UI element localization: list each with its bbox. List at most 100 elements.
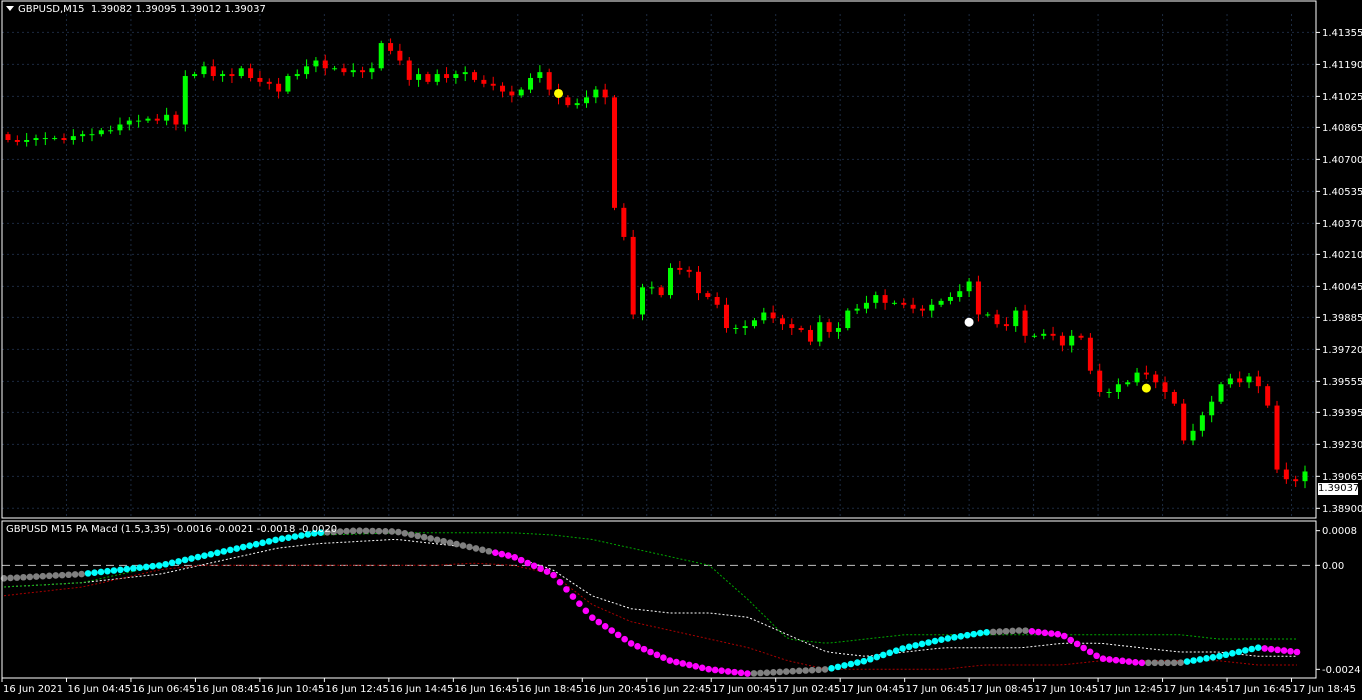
candle-body bbox=[854, 308, 860, 311]
macd-dot bbox=[763, 669, 771, 676]
macd-dot bbox=[252, 540, 260, 548]
macd-dot bbox=[1002, 627, 1010, 635]
candle-body bbox=[779, 318, 785, 325]
candle-body bbox=[1293, 479, 1299, 482]
macd-dot bbox=[1035, 628, 1042, 636]
candle-body bbox=[304, 66, 310, 75]
time-tick-label: 17 Jun 16:45 bbox=[1228, 684, 1292, 695]
candle-body bbox=[24, 140, 30, 142]
macd-dot bbox=[970, 630, 978, 638]
chart-frame bbox=[1, 0, 1317, 679]
price-tick-label: 1.39885 bbox=[1322, 313, 1362, 324]
macd-dot bbox=[867, 655, 874, 663]
macd-dot bbox=[731, 668, 738, 676]
time-tick-label: 16 Jun 16:45 bbox=[454, 684, 518, 695]
candle-body bbox=[975, 281, 981, 315]
macd-dot bbox=[1216, 652, 1223, 660]
candle-body bbox=[985, 314, 991, 316]
signal-marker bbox=[964, 317, 974, 327]
macd-dot bbox=[71, 571, 79, 578]
candle-body bbox=[182, 76, 188, 125]
macd-dot bbox=[517, 556, 525, 564]
macd-dot bbox=[983, 629, 990, 636]
macd-dot bbox=[1080, 644, 1087, 652]
price-tick-label: 1.40700 bbox=[1322, 155, 1362, 166]
candle-body bbox=[901, 302, 907, 305]
macd-dot bbox=[395, 528, 402, 536]
candle-body bbox=[201, 66, 207, 75]
candle-body bbox=[1143, 372, 1149, 375]
macd-dot bbox=[653, 651, 661, 659]
macd-dot bbox=[130, 565, 137, 572]
macd-dot bbox=[1028, 628, 1036, 635]
candle-body bbox=[257, 77, 263, 82]
macd-dot bbox=[795, 667, 803, 675]
candle-body bbox=[388, 43, 394, 51]
macd-dot bbox=[162, 560, 169, 568]
macd-dot bbox=[1151, 659, 1159, 667]
macd-dot bbox=[1009, 627, 1016, 635]
macd-line-dashed-green bbox=[3, 532, 1297, 644]
dropdown-triangle-icon[interactable] bbox=[6, 6, 14, 11]
candle-body bbox=[220, 74, 226, 77]
candle-body bbox=[667, 267, 673, 296]
macd-dot bbox=[879, 651, 887, 659]
price-axis: 1.41355 1.41190 1.41025 1.40865 1.40700 1.405… bbox=[1316, 28, 1362, 515]
macd-dot bbox=[1293, 648, 1301, 656]
macd-dot bbox=[802, 667, 809, 674]
macd-dot bbox=[905, 643, 913, 651]
macd-dot bbox=[220, 548, 228, 555]
macd-dot bbox=[757, 669, 764, 677]
candle-body bbox=[1227, 378, 1233, 385]
candle-body bbox=[1106, 392, 1112, 393]
candle-body bbox=[369, 68, 375, 73]
macd-dot bbox=[1041, 629, 1049, 637]
macd-dot bbox=[1138, 659, 1146, 667]
macd-dot bbox=[33, 573, 40, 580]
time-tick-label: 17 Jun 06:45 bbox=[906, 684, 970, 695]
candle-body bbox=[1265, 386, 1271, 406]
macd-dot bbox=[45, 572, 53, 580]
macd-tick-label: 0.00 bbox=[1322, 561, 1344, 572]
macd-dot bbox=[582, 607, 590, 615]
macd-dot bbox=[595, 618, 603, 626]
candle-body bbox=[192, 74, 198, 77]
candle-body bbox=[238, 68, 244, 77]
macd-dot bbox=[737, 669, 745, 677]
candle-body bbox=[1050, 333, 1056, 336]
candle-body bbox=[686, 269, 692, 272]
candle-body bbox=[565, 97, 571, 106]
candle-body bbox=[723, 304, 729, 329]
macd-dot bbox=[1222, 651, 1230, 659]
candle-body bbox=[500, 85, 506, 92]
time-axis: 16 Jun 2021 16 Jun 04:45 16 Jun 06:45 16 Ju… bbox=[1, 678, 1356, 695]
candle-body bbox=[658, 287, 664, 296]
macd-dot bbox=[524, 559, 531, 567]
macd-dot bbox=[789, 667, 797, 675]
macd-dot bbox=[382, 528, 389, 535]
macd-dot bbox=[1254, 644, 1262, 652]
macd-dot bbox=[26, 573, 34, 581]
price-tick-label: 1.38900 bbox=[1322, 504, 1362, 515]
macd-dot bbox=[1241, 647, 1249, 654]
macd-dot bbox=[414, 532, 422, 540]
time-tick-label: 16 Jun 18:45 bbox=[519, 684, 583, 695]
macd-dot bbox=[1280, 647, 1288, 654]
macd-dot bbox=[1048, 630, 1055, 637]
macd-dot bbox=[1073, 640, 1081, 648]
candle-body bbox=[70, 136, 76, 140]
candle-body bbox=[817, 322, 823, 342]
macd-dot bbox=[104, 567, 111, 575]
macd-dot bbox=[1106, 656, 1113, 663]
macd-dot bbox=[453, 540, 460, 548]
macd-dot bbox=[504, 552, 512, 559]
candle-body bbox=[42, 138, 48, 140]
macd-dot bbox=[698, 664, 706, 672]
candle-body bbox=[462, 72, 468, 75]
price-tick-label: 1.39720 bbox=[1322, 345, 1362, 356]
price-tick-label: 1.39230 bbox=[1322, 440, 1362, 451]
candle-body bbox=[826, 322, 832, 332]
candle-body bbox=[1162, 382, 1168, 392]
macd-dot bbox=[1170, 659, 1178, 667]
macd-dot bbox=[1209, 653, 1217, 661]
